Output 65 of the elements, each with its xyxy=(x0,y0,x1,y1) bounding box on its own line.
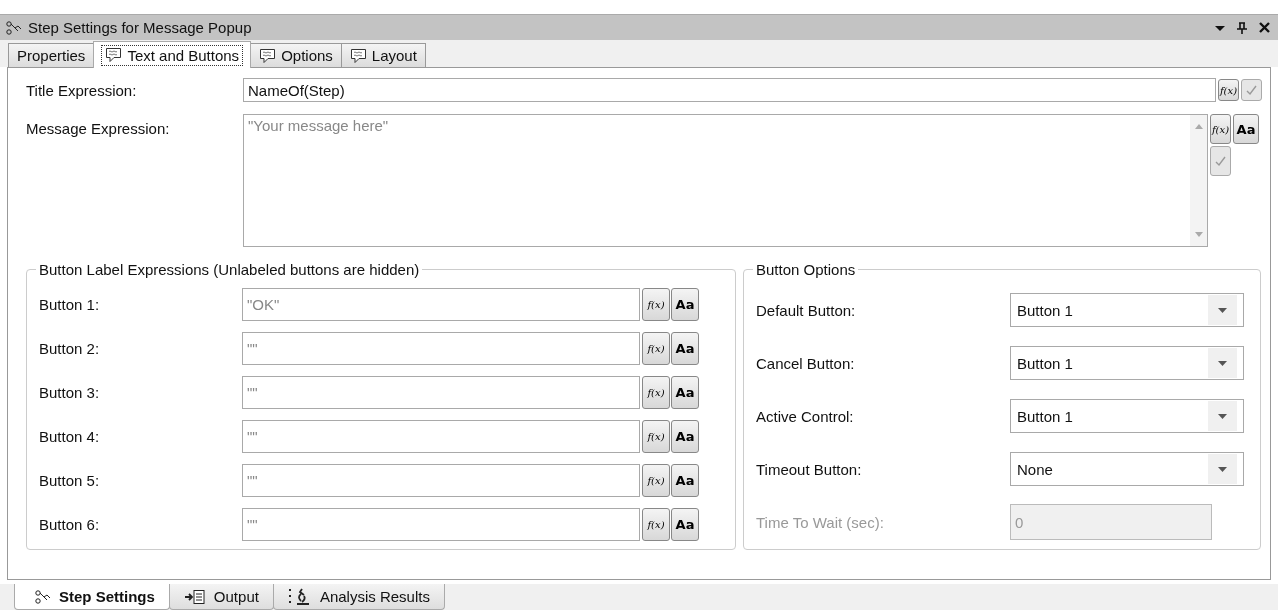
function-button[interactable]: f(x) xyxy=(642,508,670,541)
function-button[interactable]: f(x) xyxy=(642,376,670,409)
caret-icon xyxy=(1218,360,1227,366)
text-field[interactable]: "" xyxy=(242,508,640,541)
group-title: Button Options xyxy=(755,261,857,278)
tab[interactable]: Analysis Results xyxy=(272,584,445,610)
caret-icon xyxy=(1218,307,1227,313)
tab[interactable]: Layout xyxy=(340,43,426,67)
window-title: Step Settings for Message Popup xyxy=(28,19,253,36)
text-field[interactable]: "" xyxy=(242,332,640,365)
steps-icon xyxy=(6,20,22,35)
dropdown[interactable]: Button 1 xyxy=(1010,346,1244,380)
caret-icon xyxy=(1218,466,1227,472)
caret-icon xyxy=(1218,413,1227,419)
check-icon xyxy=(1214,155,1227,167)
tab[interactable]: Output xyxy=(168,584,274,610)
function-button[interactable]: f(x) xyxy=(1210,114,1231,144)
field-label: Button 1: xyxy=(39,296,101,313)
function-button[interactable]: f(x) xyxy=(642,288,670,321)
field-label: Button 3: xyxy=(39,384,101,401)
dropdown[interactable]: None xyxy=(1010,452,1244,486)
function-button[interactable]: f(x) xyxy=(642,332,670,365)
steps-icon xyxy=(35,589,51,604)
output-icon xyxy=(183,588,206,605)
field-label: Button 6: xyxy=(39,516,101,533)
dropdown-icon xyxy=(1215,23,1225,32)
font-button[interactable]: Aa xyxy=(671,420,699,453)
field-label: Button 5: xyxy=(39,472,101,489)
tab[interactable]: Text and Buttons xyxy=(93,41,252,68)
function-button[interactable]: f(x) xyxy=(642,420,670,453)
text-field[interactable]: "" xyxy=(242,376,640,409)
font-button[interactable]: Aa xyxy=(671,376,699,409)
field-label: Title Expression: xyxy=(26,81,138,99)
font-button[interactable]: Aa xyxy=(671,508,699,541)
field-label: Message Expression: xyxy=(26,119,171,139)
text-field[interactable]: "" xyxy=(242,464,640,497)
field-label: Time To Wait (sec): xyxy=(756,513,885,531)
font-button[interactable]: Aa xyxy=(1233,114,1259,144)
field-label: Active Control: xyxy=(756,407,855,425)
dropdown[interactable]: Button 1 xyxy=(1010,293,1244,327)
field-label: Button 4: xyxy=(39,428,101,445)
field-label: Button 2: xyxy=(39,340,101,357)
tab[interactable]: Step Settings xyxy=(14,584,170,610)
function-button[interactable]: f(x) xyxy=(1218,79,1239,101)
check-icon xyxy=(1245,84,1258,96)
font-button[interactable]: Aa xyxy=(671,288,699,321)
function-button[interactable]: f(x) xyxy=(642,464,670,497)
font-button[interactable]: Aa xyxy=(671,464,699,497)
tab[interactable]: Options xyxy=(250,43,342,67)
text-field[interactable]: "" xyxy=(242,420,640,453)
field-label: Cancel Button: xyxy=(756,354,856,372)
microscope-icon xyxy=(287,587,312,606)
tab[interactable]: Properties xyxy=(8,43,95,67)
dropdown[interactable]: Button 1 xyxy=(1010,399,1244,433)
field-label: Timeout Button: xyxy=(756,460,863,478)
font-button[interactable]: Aa xyxy=(671,332,699,365)
speech-bubble-icon xyxy=(349,47,367,64)
field-label: Default Button: xyxy=(756,301,857,319)
title-field[interactable]: NameOf(Step) xyxy=(243,78,1216,102)
close-icon xyxy=(1259,22,1270,33)
speech-bubble-icon xyxy=(105,47,123,63)
text-field[interactable]: "OK" xyxy=(242,288,640,321)
group-title: Button Label Expressions (Unlabeled buttons are hidden) xyxy=(38,261,421,278)
speech-bubble-icon xyxy=(259,47,277,64)
pin-icon xyxy=(1237,21,1247,34)
